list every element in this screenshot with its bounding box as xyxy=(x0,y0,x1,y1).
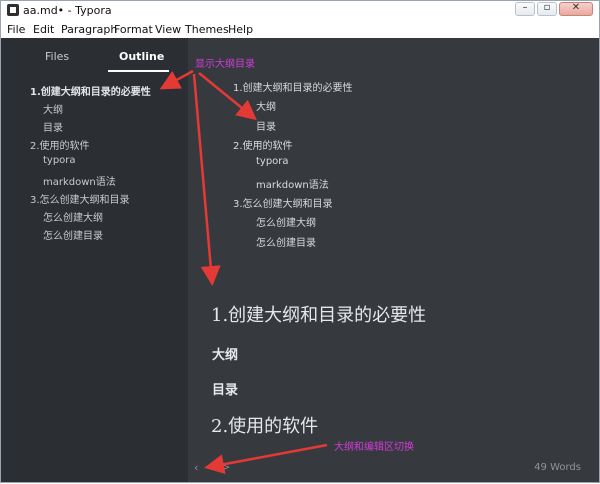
outline-item-5[interactable]: typora xyxy=(43,155,76,166)
toc-item-1[interactable]: 1.创建大纲和目录的必要性 xyxy=(233,79,353,94)
toc-item-8[interactable]: 怎么创建大纲 xyxy=(256,214,316,229)
outline-item-4[interactable]: 2.使用的软件 xyxy=(30,137,90,152)
maximize-button[interactable]: ▫ xyxy=(537,2,557,16)
heading-2-outline: 大纲 xyxy=(212,348,239,363)
close-icon: ✕ xyxy=(571,2,581,13)
menu-themes[interactable]: Themes xyxy=(185,23,229,36)
active-tab-indicator xyxy=(108,70,169,72)
typora-app-icon xyxy=(7,4,19,16)
toc-item-4[interactable]: 2.使用的软件 xyxy=(233,137,293,152)
title-bar: aa.md• - Typora – ▫ ✕ xyxy=(1,1,599,21)
menu-bar: File Edit Paragraph Format View Themes H… xyxy=(1,21,599,39)
source-code-mode-button[interactable]: </> xyxy=(212,463,230,473)
editor-area[interactable]: 1.创建大纲和目录的必要性 大纲 目录 2.使用的软件 typora markd… xyxy=(188,38,599,482)
collapse-sidebar-button[interactable]: ‹ xyxy=(194,461,198,474)
outline-item-3[interactable]: 目录 xyxy=(43,119,63,134)
menu-paragraph[interactable]: Paragraph xyxy=(61,23,117,36)
outline-item-1[interactable]: 1.创建大纲和目录的必要性 xyxy=(30,83,151,98)
tab-files[interactable]: Files xyxy=(45,50,69,63)
toc-item-6[interactable]: markdown语法 xyxy=(256,176,329,191)
annotation-toggle: 大纲和编辑区切换 xyxy=(334,442,414,453)
window-title: aa.md• - Typora xyxy=(23,4,112,17)
tab-outline[interactable]: Outline xyxy=(119,50,164,63)
outline-item-7[interactable]: 3.怎么创建大纲和目录 xyxy=(30,191,130,206)
annotation-show-outline: 显示大纲目录 xyxy=(195,59,255,70)
outline-item-9[interactable]: 怎么创建目录 xyxy=(43,227,103,242)
window-controls: – ▫ ✕ xyxy=(515,2,593,16)
toc-item-2[interactable]: 大纲 xyxy=(256,98,276,113)
maximize-icon: ▫ xyxy=(543,2,551,13)
toc-item-3[interactable]: 目录 xyxy=(256,118,276,133)
minimize-button[interactable]: – xyxy=(515,2,535,16)
toc-item-5[interactable]: typora xyxy=(256,156,289,167)
close-button[interactable]: ✕ xyxy=(559,2,593,16)
menu-file[interactable]: File xyxy=(7,23,25,36)
sidebar: Files Outline 1.创建大纲和目录的必要性 大纲 目录 2.使用的软… xyxy=(1,38,188,482)
outline-item-8[interactable]: 怎么创建大纲 xyxy=(43,209,103,224)
heading-1-first: 1.创建大纲和目录的必要性 xyxy=(211,305,427,326)
minimize-icon: – xyxy=(522,2,528,13)
menu-view[interactable]: View xyxy=(155,23,181,36)
outline-item-6[interactable]: markdown语法 xyxy=(43,173,116,188)
toc-item-9[interactable]: 怎么创建目录 xyxy=(256,234,316,249)
menu-edit[interactable]: Edit xyxy=(33,23,54,36)
menu-help[interactable]: Help xyxy=(228,23,253,36)
toc-item-7[interactable]: 3.怎么创建大纲和目录 xyxy=(233,195,333,210)
menu-format[interactable]: Format xyxy=(114,23,153,36)
heading-1-second: 2.使用的软件 xyxy=(211,416,319,437)
app-window: aa.md• - Typora – ▫ ✕ File Edit Paragrap… xyxy=(0,0,600,483)
heading-2-toc: 目录 xyxy=(212,383,239,398)
outline-item-2[interactable]: 大纲 xyxy=(43,101,63,116)
word-count: 49 Words xyxy=(534,462,581,473)
